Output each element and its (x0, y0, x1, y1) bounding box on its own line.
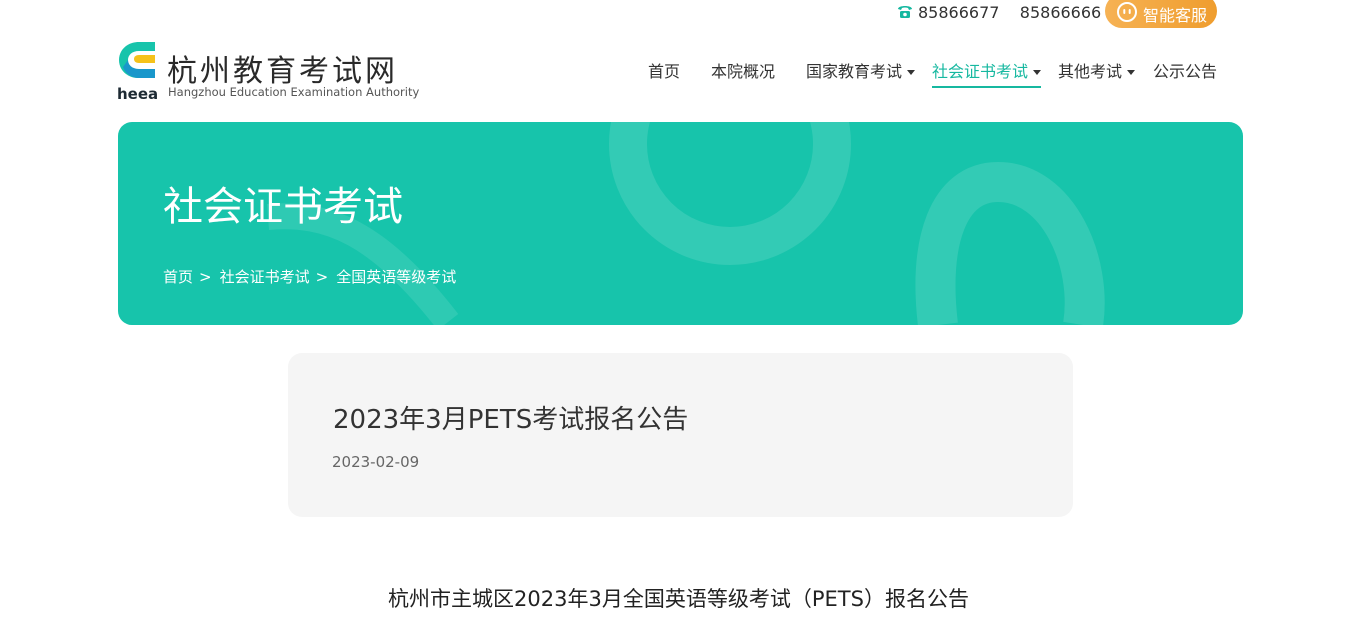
phone-icon (898, 6, 912, 18)
robot-icon (1117, 2, 1137, 22)
nav-other-exams[interactable]: 其他考试 (1058, 58, 1136, 82)
logo-chinese-name: 杭州教育考试网 (167, 54, 398, 89)
nav-announcements[interactable]: 公示公告 (1153, 58, 1217, 82)
logo-english-name: Hangzhou Education Examination Authority (168, 85, 420, 99)
dropdown-caret-icon (1033, 70, 1042, 75)
smart-service-button[interactable]: 智能客服 (1105, 0, 1217, 28)
dropdown-caret-icon (1127, 70, 1136, 75)
banner-title: 社会证书考试 (163, 184, 403, 230)
nav-certificate-exams[interactable]: 社会证书考试 (932, 58, 1042, 88)
article-title: 2023年3月PETS考试报名公告 (333, 405, 689, 435)
logo-mark-icon (119, 42, 155, 78)
site-logo[interactable]: heea 杭州教育考试网 Hangzhou Education Examinat… (117, 38, 420, 104)
article-subheading: 杭州市主城区2023年3月全国英语等级考试（PETS）报名公告 (388, 587, 969, 611)
nav-about[interactable]: 本院概况 (711, 58, 775, 82)
logo-abbreviation: heea (117, 85, 159, 103)
dropdown-caret-icon (907, 70, 916, 75)
nav-certificate-exams-label: 社会证书考试 (932, 62, 1029, 81)
phone-numbers: 85866677 85866666 (918, 3, 1102, 22)
breadcrumb-home[interactable]: 首页 (163, 268, 193, 286)
nav-national-exams[interactable]: 国家教育考试 (806, 58, 916, 82)
breadcrumb-separator: > (199, 268, 212, 286)
top-contact-bar: 85866677 85866666 智能客服 (0, 0, 1357, 30)
breadcrumb-separator: > (315, 268, 329, 286)
nav-announcements-label: 公示公告 (1153, 62, 1218, 81)
breadcrumb: 首页 > 社会证书考试 > 全国英语等级考试 (163, 266, 456, 287)
smart-service-label: 智能客服 (1143, 6, 1208, 25)
nav-national-exams-label: 国家教育考试 (806, 62, 903, 81)
article-date: 2023-02-09 (332, 453, 420, 471)
article-header-card: 2023年3月PETS考试报名公告 2023-02-09 (288, 353, 1073, 517)
breadcrumb-certificate-exams[interactable]: 社会证书考试 (220, 268, 310, 286)
nav-home-label: 首页 (648, 62, 681, 81)
breadcrumb-pets[interactable]: 全国英语等级考试 (336, 268, 456, 286)
nav-home[interactable]: 首页 (648, 58, 680, 82)
page-banner: 社会证书考试 首页 > 社会证书考试 > 全国英语等级考试 (118, 122, 1243, 325)
nav-other-exams-label: 其他考试 (1058, 62, 1123, 81)
nav-about-label: 本院概况 (711, 62, 776, 81)
